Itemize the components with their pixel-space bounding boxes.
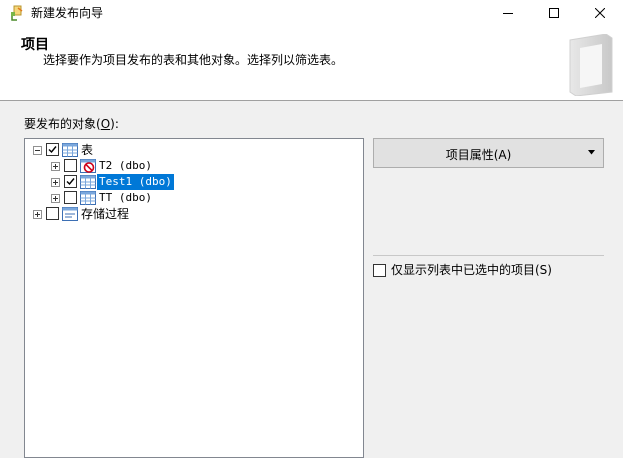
dropdown-arrow-icon bbox=[588, 150, 595, 155]
item-properties-label: 项目属性(A) bbox=[445, 148, 512, 162]
section-divider bbox=[373, 255, 604, 256]
objects-tree[interactable]: 表 T2 (dbo) Test1 (dbo) TT (dbo) 存储过程 bbox=[24, 138, 364, 458]
tree-node-table-test1[interactable]: Test1 (dbo) bbox=[51, 174, 231, 190]
tree-node-label: 存储过程 bbox=[81, 207, 130, 221]
tree-node-tables[interactable]: 表 bbox=[33, 142, 183, 158]
tree-node-table-t2[interactable]: T2 (dbo) bbox=[51, 158, 211, 174]
show-only-checked-label: 仅显示列表中已选中的项目(S) bbox=[391, 263, 552, 277]
show-only-checked-checkbox[interactable] bbox=[373, 264, 386, 277]
expand-toggle[interactable] bbox=[51, 162, 60, 171]
expand-toggle[interactable] bbox=[33, 210, 42, 219]
publication-wizard-icon bbox=[11, 5, 23, 21]
collapse-toggle[interactable] bbox=[33, 146, 42, 155]
table-icon bbox=[80, 175, 96, 189]
stored-procedure-folder-icon bbox=[62, 207, 78, 221]
close-button[interactable] bbox=[577, 0, 623, 25]
tree-node-label: T2 (dbo) bbox=[99, 159, 152, 172]
minimize-button[interactable] bbox=[485, 0, 531, 25]
table-no-publish-icon bbox=[80, 159, 96, 173]
table-folder-icon bbox=[62, 143, 78, 157]
test1-checkbox[interactable] bbox=[64, 175, 77, 188]
close-icon bbox=[595, 7, 605, 18]
tt-checkbox[interactable] bbox=[64, 191, 77, 204]
tree-node-label: Test1 (dbo) bbox=[97, 174, 174, 190]
window-title: 新建发布向导 bbox=[31, 6, 104, 20]
objects-to-publish-label: 要发布的对象(O): bbox=[24, 117, 119, 131]
minimize-icon bbox=[503, 12, 513, 14]
maximize-button[interactable] bbox=[531, 0, 577, 25]
stored-procedures-checkbox[interactable] bbox=[46, 207, 59, 220]
expand-toggle[interactable] bbox=[51, 178, 60, 187]
title-bar: 新建发布向导 bbox=[0, 0, 623, 25]
maximize-icon bbox=[549, 7, 559, 18]
wizard-banner-graphic bbox=[569, 34, 613, 96]
tree-node-label: TT (dbo) bbox=[99, 191, 152, 204]
item-properties-button[interactable]: 项目属性(A) bbox=[373, 138, 604, 168]
page-subtitle: 选择要作为项目发布的表和其他对象。选择列以筛选表。 bbox=[43, 53, 344, 67]
tree-node-table-tt[interactable]: TT (dbo) bbox=[51, 190, 211, 206]
t2-checkbox[interactable] bbox=[64, 159, 77, 172]
wizard-header: 项目 选择要作为项目发布的表和其他对象。选择列以筛选表。 bbox=[0, 25, 623, 101]
table-icon bbox=[80, 191, 96, 205]
expand-toggle[interactable] bbox=[51, 194, 60, 203]
tables-checkbox[interactable] bbox=[46, 143, 59, 156]
tree-node-label: 表 bbox=[81, 143, 94, 157]
tree-node-stored-procedures[interactable]: 存储过程 bbox=[33, 206, 203, 222]
